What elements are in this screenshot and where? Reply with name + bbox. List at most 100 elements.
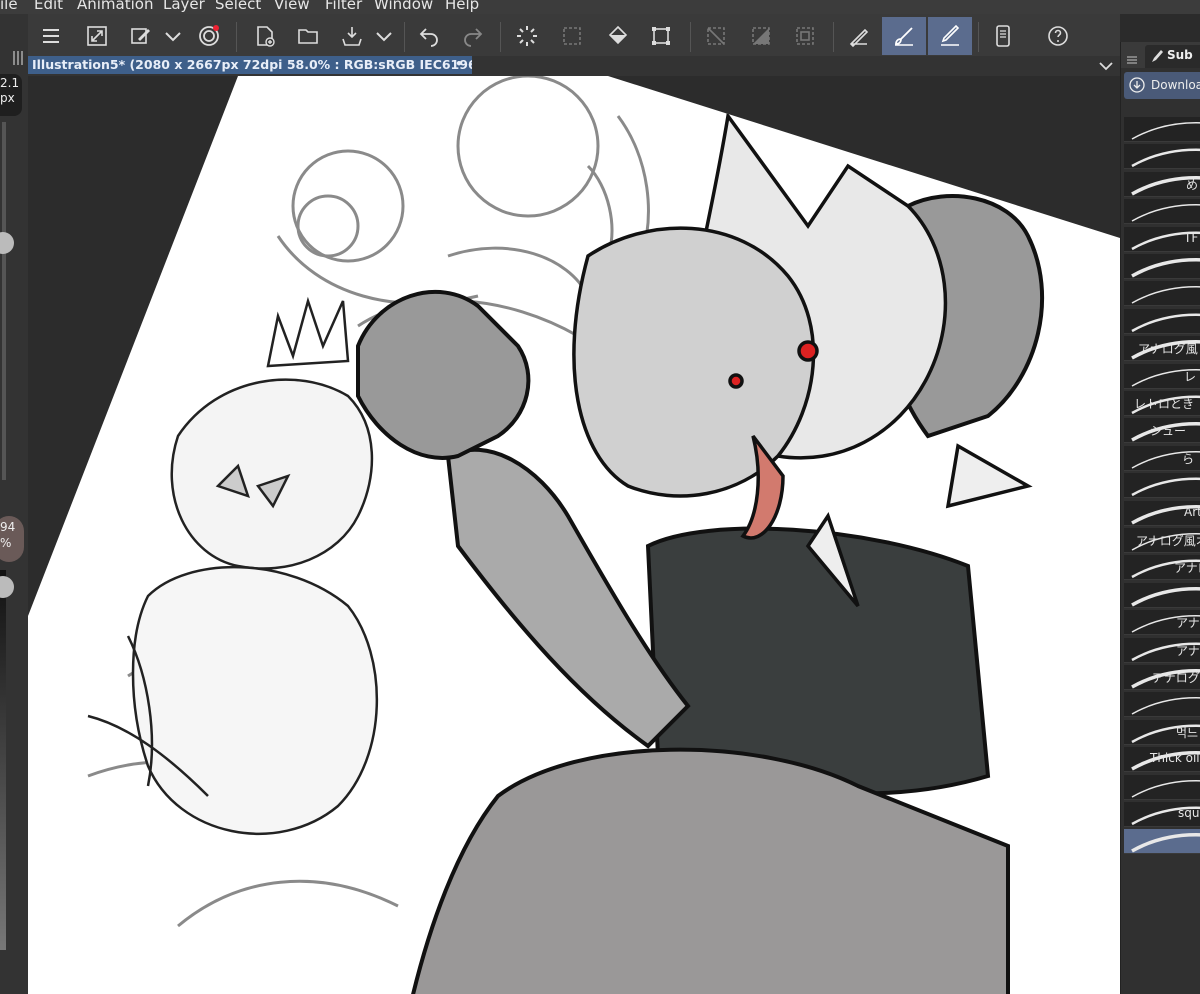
color-picker-icon[interactable] [126,21,156,51]
fit-icon[interactable] [82,21,112,51]
brush-item[interactable]: Art [1124,500,1200,526]
brush-stroke-preview [1131,204,1200,222]
eraser-icon[interactable] [928,17,972,55]
menu-icon[interactable] [36,21,66,51]
opacity-unit: % [0,536,12,550]
brush-size-value: 2.1 [0,76,20,90]
menu-select[interactable]: Select [215,0,261,13]
brush-item[interactable]: レ [1124,363,1200,389]
brush-label: アナログ風 [1138,342,1198,357]
menu-filter[interactable]: Filter [325,0,362,13]
brush-item[interactable] [1124,308,1200,334]
brush-label: アナログ風 [1152,671,1200,685]
brush-size-slider-track[interactable] [2,122,6,480]
new-canvas-icon[interactable] [250,21,280,51]
select-layer-icon[interactable] [557,21,587,51]
smartphone-sync-icon[interactable] [194,21,224,51]
opacity-slider-thumb[interactable] [0,576,14,598]
save-icon[interactable] [337,21,367,51]
canvas-area[interactable] [28,76,1120,994]
toolbar-separator [690,22,691,52]
artwork-canvas[interactable] [28,76,1120,994]
fill-icon[interactable] [603,21,633,51]
brush-stroke-preview [1131,286,1200,305]
brush-label: ら [1182,451,1195,466]
deselect-icon[interactable] [790,21,820,51]
pen-icon[interactable] [844,21,874,51]
brush-label: め [1186,177,1199,192]
menu-help[interactable]: Help [445,0,479,13]
chevron-down-icon[interactable] [371,21,397,51]
chevron-down-icon[interactable] [1098,58,1114,72]
brush-item[interactable] [1124,144,1200,170]
brush-size-slider-thumb[interactable] [0,232,14,254]
brush-item[interactable]: square [1124,802,1200,827]
brush-label: Thick oil p [1150,751,1200,766]
brush-label: アナログ [1176,616,1200,631]
brush-item[interactable]: め [1124,171,1200,197]
menu-edit[interactable]: Edit [34,0,63,13]
phone-icon[interactable] [988,21,1018,51]
brush-item[interactable] [1124,199,1200,225]
brush-label: 먹느 [1176,725,1199,740]
brush-item[interactable] [1124,692,1200,718]
brush-label: アナ [1176,643,1200,658]
brush-item[interactable]: アナロ [1124,555,1200,581]
brush-item[interactable] [1124,774,1200,800]
sub-tool-tab[interactable]: Sub [1145,45,1200,68]
brush-item[interactable] [1124,582,1200,608]
brush-label: レ [1184,369,1197,384]
opacity-slider-track[interactable] [0,570,6,950]
brush-icon[interactable] [882,17,926,55]
brush-item[interactable] [1124,254,1200,279]
brush-item[interactable]: アナログ風 [1124,336,1200,362]
menu-view[interactable]: View [274,0,310,13]
menu-window[interactable]: Window [374,0,433,13]
brush-item[interactable] [1124,473,1200,499]
brush-item[interactable] [1124,829,1200,855]
brush-item[interactable]: アナログ風オ [1124,528,1200,553]
brush-item[interactable]: アナ [1124,637,1200,663]
invert-icon[interactable] [746,21,776,51]
download-button[interactable]: Download [1124,72,1200,99]
brush-item[interactable]: Thick oil p [1124,747,1200,773]
sub-tool-panel: Sub Download めTFアナログ風レレトロときシューらArtアナログ風オ… [1120,42,1200,994]
transform-icon[interactable] [646,21,676,51]
brush-label: アナログ風オ [1136,534,1200,548]
brush-stroke-preview [1131,779,1200,798]
download-label: Download [1151,78,1200,92]
brush-item[interactable]: TF [1124,226,1200,252]
sub-tool-header: Sub [1121,42,1200,68]
brush-label: シュー [1150,424,1187,439]
settings-icon[interactable] [12,50,24,65]
brush-label: TF [1184,230,1199,245]
brush-item[interactable]: 먹느 [1124,719,1200,745]
brush-stroke-preview [1131,833,1200,853]
brush-item[interactable] [1124,281,1200,307]
chevron-down-icon[interactable] [160,21,186,51]
clear-icon[interactable] [701,21,731,51]
undo-icon[interactable] [414,21,444,51]
brush-stroke-preview [1131,697,1200,716]
brush-item[interactable]: アナログ [1124,610,1200,636]
brush-stroke-preview [1131,258,1200,278]
opacity-value: 94 [0,520,16,534]
brush-item[interactable]: レトロとき [1124,391,1200,416]
brush-item[interactable]: アナログ風 [1124,665,1200,690]
loading-icon[interactable] [512,21,542,51]
brush-item[interactable]: ら [1124,445,1200,471]
menu-animation[interactable]: Animation [77,0,153,13]
menu-layer[interactable]: Layer [163,0,205,13]
brush-stroke-preview [1131,586,1200,607]
command-bar [0,14,1120,58]
open-icon[interactable] [293,21,323,51]
redo-icon[interactable] [458,21,488,51]
toolbar-separator [500,22,501,52]
menu-file[interactable]: ile [0,0,18,13]
menu-icon[interactable] [1127,50,1137,64]
brush-item[interactable]: シュー [1124,418,1200,444]
brush-item[interactable] [1124,117,1200,142]
help-icon[interactable] [1043,21,1073,51]
document-tab[interactable]: Illustration5* (2080 x 2667px 72dpi 58.0… [28,56,472,74]
brush-size-unit: px [0,91,15,105]
